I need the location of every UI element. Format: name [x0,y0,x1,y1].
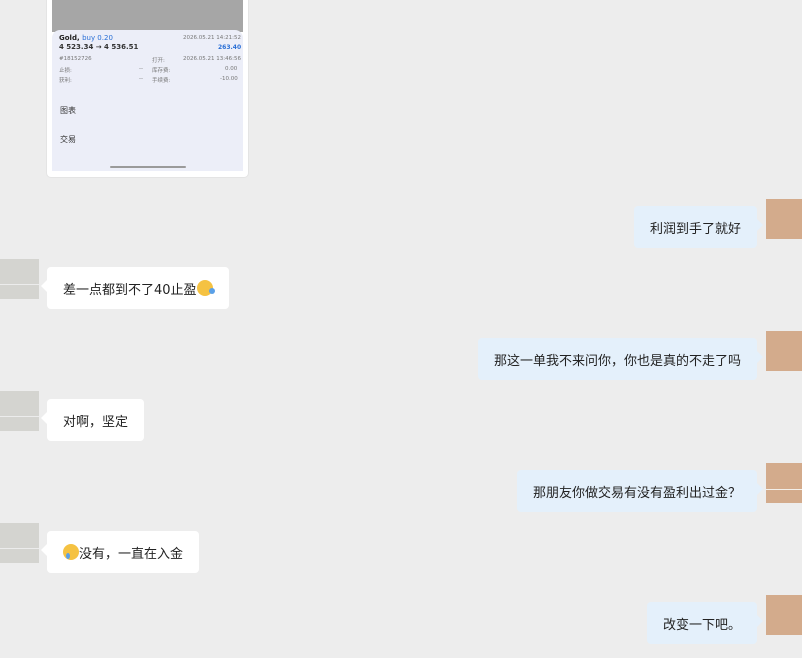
bubble-tail [757,351,763,363]
message-bubble-received[interactable]: 没有，一直在入金 [41,531,200,573]
trade-fee-value: -10.00 [220,76,238,82]
avatar-self[interactable] [766,595,802,635]
message-text: 利润到手了就好 [649,221,741,237]
message-bubble-sent[interactable]: 那这一单我不来问你，你也是真的不走了吗 [477,338,763,380]
screenshot-header-area [52,0,243,32]
trade-sl-label: 止损: [59,68,72,74]
message-bubble-received[interactable]: 差一点都到不了40止盈 [41,267,229,309]
bubble-tail [757,483,763,495]
trade-profit: 263.40 [218,44,242,51]
message-text: 那这一单我不来问你，你也是真的不走了吗 [493,353,741,369]
home-indicator [110,166,186,168]
avatar-self[interactable] [766,331,802,371]
rolling-laugh-emoji-icon [196,280,215,296]
crying-face-emoji-icon [63,544,79,560]
bubble-tail [757,219,763,231]
bubble-tail [757,615,763,627]
trade-price-line: 4 523.34 → 4 536.51 [59,43,139,51]
message-text: 对啊，坚定 [63,414,129,430]
avatar-self[interactable] [766,463,802,503]
bubble-tail [41,544,47,556]
message-bubble-sent[interactable]: 那朋友你做交易有没有盈利出过金？ [516,470,763,512]
message-text: 改变一下吧。 [662,617,741,633]
trade-close-time: 2026.05.21 14:21:52 [183,35,241,41]
avatar-self[interactable] [766,199,802,239]
message-text: 那朋友你做交易有没有盈利出过金？ [532,485,741,501]
message-text: 没有，一直在入金 [79,546,184,562]
avatar-peer[interactable] [0,391,39,431]
message-bubble-received[interactable]: 对啊，坚定 [41,399,145,441]
trade-open-time: 2026.05.21 13:46:56 [183,56,241,62]
trade-tp-value: -- [139,76,143,82]
message-text: 差一点都到不了40止盈 [63,282,197,298]
bubble-tail [41,412,47,424]
message-bubble-sent[interactable]: 改变一下吧。 [646,602,763,644]
message-bubble-sent[interactable]: 利润到手了就好 [633,206,763,248]
trade-swap-value: 0.00 [225,66,238,72]
trade-swap-label: 库存费: [152,68,171,74]
menu-trade: 交易 [60,135,76,144]
bubble-tail [41,280,47,292]
trade-fee-label: 手续费: [152,78,171,84]
menu-chart: 图表 [60,106,76,115]
avatar-peer[interactable] [0,259,39,299]
trade-symbol: Gold, buy 0.20 [59,34,113,42]
trade-side: buy 0.20 [82,34,113,42]
trade-tp-label: 获利: [59,78,72,84]
trade-sl-value: -- [139,66,143,72]
trade-order-id: #18152726 [59,56,92,62]
trade-detail-panel [52,30,243,171]
trade-open-label: 打开: [152,58,165,64]
avatar-peer[interactable] [0,523,39,563]
